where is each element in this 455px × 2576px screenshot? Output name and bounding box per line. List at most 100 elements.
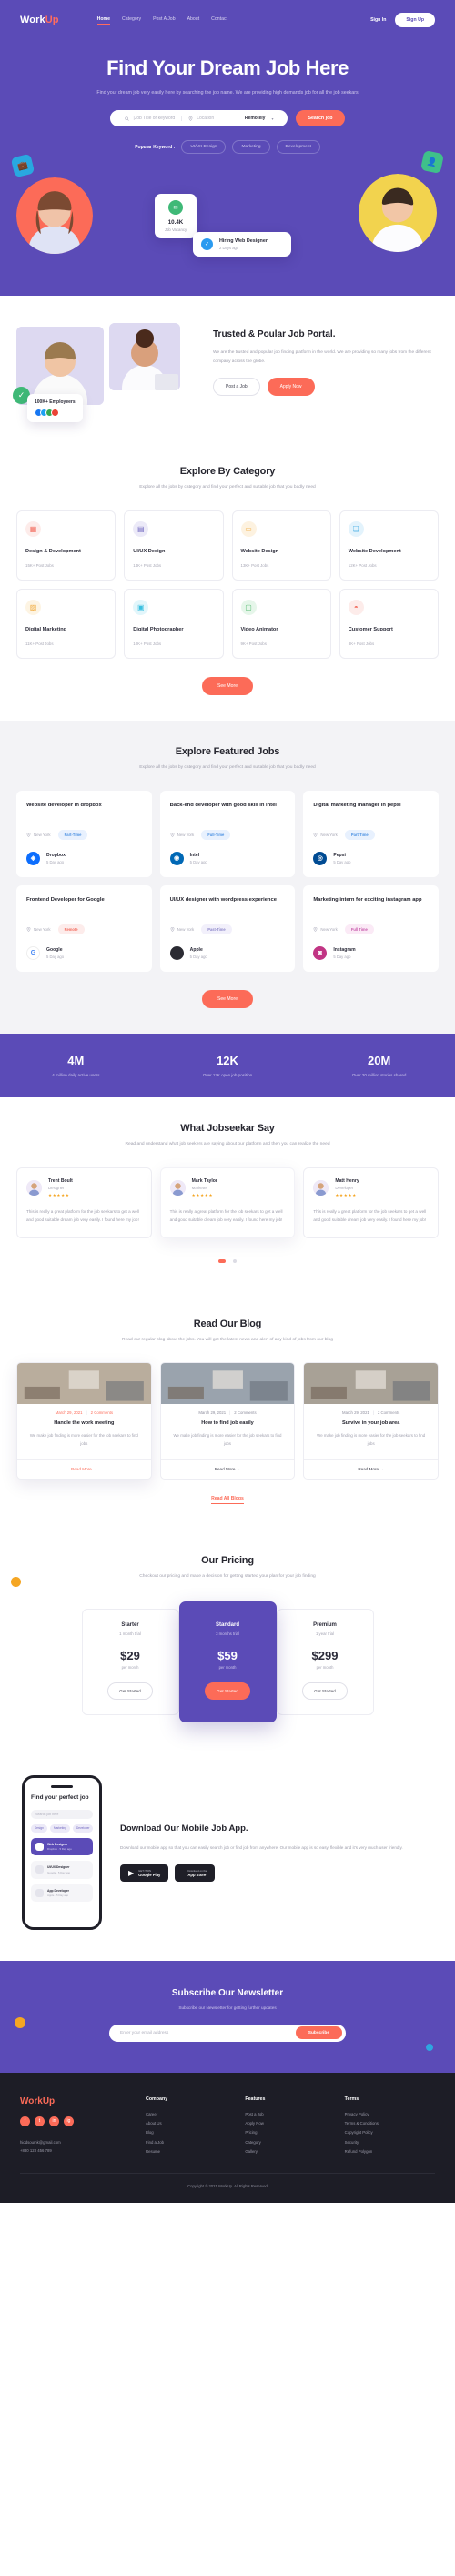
footer-link[interactable]: Find a Job — [146, 2138, 236, 2147]
blog-thumbnail — [160, 1363, 295, 1405]
carousel-dot-2[interactable] — [233, 1258, 238, 1263]
avatar — [313, 1180, 329, 1197]
linkedin-icon[interactable]: in — [49, 2116, 59, 2126]
brand-logo[interactable]: WorkUp — [20, 15, 59, 25]
job-card[interactable]: UI/UX designer with wordpress experience… — [159, 884, 296, 972]
category-card[interactable]: ▣ Digital Photographer 10K+ Post Jobs — [124, 589, 224, 660]
search-job-button[interactable]: Search job — [296, 110, 345, 127]
footer-link[interactable]: Category — [245, 2138, 335, 2147]
store-buttons: ▶ GET IT ON Google Play Download on the … — [120, 1864, 433, 1883]
search-icon — [125, 116, 130, 121]
job-type-tag: Remote — [57, 924, 85, 934]
job-type-tag: Past-Time — [201, 924, 232, 934]
newsletter-email-placeholder[interactable]: Enter your email address — [120, 2031, 296, 2036]
newsletter-subscribe-button[interactable]: Subscribe — [295, 2026, 342, 2040]
footer-link[interactable]: Gallery — [245, 2147, 335, 2157]
footer-link[interactable]: Apply Now — [245, 2119, 335, 2128]
category-card[interactable]: ▤ UI/UX Design 14K+ Post Jobs — [124, 510, 224, 581]
featured-see-more-button[interactable]: See More — [201, 989, 254, 1008]
read-all-blogs-link[interactable]: Read All Blogs — [211, 1496, 244, 1504]
nav-item-about[interactable]: About — [187, 16, 200, 25]
blog-card[interactable]: March 29, 2021 | 2 Comments Survive in your… — [303, 1362, 439, 1480]
blog-card[interactable]: March 29, 2021 | 2 Comments How to find job… — [159, 1362, 296, 1480]
footer-phone[interactable]: +880 123 456 789 — [20, 2147, 129, 2155]
blog-read-more-link[interactable]: Read More → — [17, 1459, 151, 1479]
carousel-dot-1[interactable] — [217, 1258, 226, 1263]
footer-link[interactable]: Terms & Conditions — [345, 2119, 435, 2128]
nav-item-category[interactable]: Category — [122, 16, 141, 25]
sign-in-link[interactable]: Sign In — [370, 17, 386, 23]
job-company: ◙ Instagram 5 Day ago — [313, 945, 429, 960]
decoration-dot-orange — [11, 1577, 21, 1587]
twitter-icon[interactable]: t — [35, 2116, 45, 2126]
sign-up-button[interactable]: Sign Up — [395, 13, 435, 27]
footer-link[interactable]: Resume — [146, 2147, 236, 2157]
plan-get-started-button[interactable]: Get Started — [302, 1682, 348, 1700]
blog-card[interactable]: March 29, 2021 | 2 Comments Handle the work… — [16, 1362, 152, 1480]
plan-get-started-button[interactable]: Get Started — [205, 1682, 250, 1700]
footer-link[interactable]: Post a Job — [245, 2110, 335, 2119]
footer-link[interactable]: Copyright Policy — [345, 2128, 435, 2137]
job-card[interactable]: Marketing intern for exciting instagram … — [303, 884, 439, 972]
nav-item-contact[interactable]: Contact — [211, 16, 228, 25]
blog-meta-separator: | — [86, 1410, 87, 1416]
nav-item-post-a-job[interactable]: Post A Job — [153, 16, 176, 25]
job-title-field[interactable]: |Job Title or keyword — [118, 116, 181, 121]
logo-work: Work — [20, 15, 46, 25]
phone-chip-developer[interactable]: Developer — [72, 1823, 94, 1833]
phone-chip-marketing[interactable]: Marketing — [49, 1823, 70, 1833]
blog-read-more-link[interactable]: Read More → — [304, 1459, 438, 1479]
footer-link[interactable]: Blog — [146, 2128, 236, 2137]
phone-chip-design[interactable]: Design — [31, 1823, 47, 1833]
category-card[interactable]: ▦ Design & Development 15K+ Post Jobs — [16, 510, 116, 581]
job-card[interactable]: Digital marketing manager in pepsi New Yo… — [303, 790, 439, 877]
footer-link[interactable]: Career — [146, 2110, 236, 2119]
category-title: Explore By Category — [179, 466, 276, 478]
footer-copyright: Copyright © 2021 WorkUp. All Rights Rese… — [20, 2173, 435, 2188]
post-a-job-button[interactable]: Post a Job — [213, 378, 260, 397]
phone-job-card-2[interactable]: UI/UX Designer Google · 5 Day ago — [31, 1861, 93, 1879]
footer-link[interactable]: Security — [345, 2138, 435, 2147]
location-pin-icon — [170, 926, 175, 932]
blog-read-more-link[interactable]: Read More → — [160, 1459, 295, 1479]
app-store-button[interactable]: Download on the App Store — [175, 1864, 216, 1883]
google-play-button[interactable]: ▶ GET IT ON Google Play — [120, 1864, 169, 1883]
category-grid: ▦ Design & Development 15K+ Post Jobs ▤ UI/U… — [16, 510, 439, 660]
nav-item-home[interactable]: Home — [96, 16, 110, 25]
job-card[interactable]: Website developer in dropbox New York Part… — [16, 790, 152, 877]
category-card[interactable]: ▭ Website Design 13K+ Post Jobs — [231, 510, 331, 581]
footer-link[interactable]: Privacy Policy — [345, 2110, 435, 2119]
keyword-chip-marketing[interactable]: Marketing — [232, 140, 270, 155]
category-card[interactable]: ▨ Digital Marketing 11K+ Post Jobs — [16, 589, 116, 660]
blog-meta: March 29, 2021 | 2 Comments — [304, 1404, 438, 1420]
facebook-icon[interactable]: f — [20, 2116, 30, 2126]
testimonial-name: Mark Taylor — [191, 1177, 217, 1184]
plan-get-started-button[interactable]: Get Started — [107, 1682, 153, 1700]
category-card[interactable]: ◓ Customer Support 8K+ Post Jobs — [339, 589, 439, 660]
rating-stars: ★★★★★ — [48, 1192, 70, 1197]
remote-dropdown[interactable]: Remotely ▾ — [237, 116, 280, 122]
phone-search-field[interactable]: Search job here — [31, 1809, 93, 1819]
google-play-line2: Google Play — [138, 1873, 161, 1878]
job-card[interactable]: Back-end developer with good skill in in… — [159, 790, 296, 877]
category-see-more-button[interactable]: See More — [201, 677, 254, 696]
keyword-chip-development[interactable]: Development — [276, 140, 320, 155]
job-card[interactable]: Frontend Developer for Google New York Rem… — [16, 884, 152, 972]
footer-link[interactable]: Pricing — [245, 2128, 335, 2137]
footer-logo[interactable]: WorkUp — [20, 2096, 129, 2106]
location-field[interactable]: Location — [181, 116, 238, 122]
footer-link[interactable]: Refund Polygon — [345, 2147, 435, 2157]
category-card[interactable]: ❏ Website Development 12K+ Post Jobs — [339, 510, 439, 581]
instagram-icon[interactable]: ig — [64, 2116, 74, 2126]
footer-email[interactable]: hiddsoumk@gmail.com — [20, 2138, 129, 2147]
ruler-icon: ▦ — [25, 520, 41, 537]
keyword-chip-uiux[interactable]: UI/UX Design — [181, 140, 227, 155]
category-card[interactable]: ▢ Video Animator 9K+ Post Jobs — [231, 589, 331, 660]
phone-job-card-1[interactable]: Web Designer Dropbox · 5 Day ago — [31, 1837, 93, 1856]
footer-link[interactable]: About Us — [146, 2119, 236, 2128]
apply-now-button[interactable]: Apply Now — [267, 378, 315, 397]
plan-period: 1 month trial — [119, 1631, 141, 1636]
phone-job-card-3[interactable]: App Developer Apple · 5 Day ago — [31, 1884, 93, 1903]
trusted-buttons: Post a Job Apply Now — [213, 378, 439, 397]
carousel-dots[interactable] — [16, 1251, 439, 1268]
